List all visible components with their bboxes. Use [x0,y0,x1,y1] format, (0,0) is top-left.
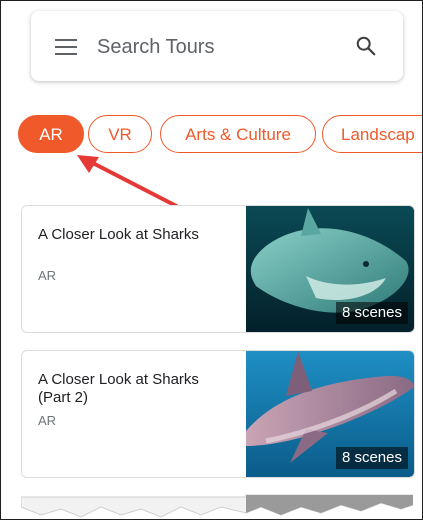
chip-vr[interactable]: VR [88,115,152,153]
chip-arts-culture[interactable]: Arts & Culture [160,115,316,153]
tour-card[interactable]: A Closer Look at Sharks (Part 2) AR 8 sc… [21,350,415,478]
search-input[interactable] [95,31,349,63]
tour-title: A Closer Look at Sharks [38,226,199,243]
tour-type: AR [38,413,57,428]
shark-thumbnail: 8 scenes [246,351,414,477]
shark-thumbnail: 8 scenes [246,206,414,332]
scene-count-badge: 8 scenes [335,447,408,469]
chip-ar[interactable]: AR [18,115,84,153]
scene-count-badge: 8 scenes [335,302,408,324]
hamburger-menu-icon[interactable] [55,39,77,55]
torn-edge-card [21,494,413,518]
tour-card[interactable]: A Closer Look at Sharks AR 8 scenes [21,205,415,333]
app-screen: AR VR Arts & Culture Landscap A Closer L… [0,0,423,520]
tour-type: AR [38,268,57,283]
search-bar[interactable] [31,11,403,81]
chip-landscape[interactable]: Landscap [322,115,422,153]
search-icon[interactable] [355,35,377,57]
tour-title: A Closer Look at Sharks (Part 2) [38,371,199,406]
